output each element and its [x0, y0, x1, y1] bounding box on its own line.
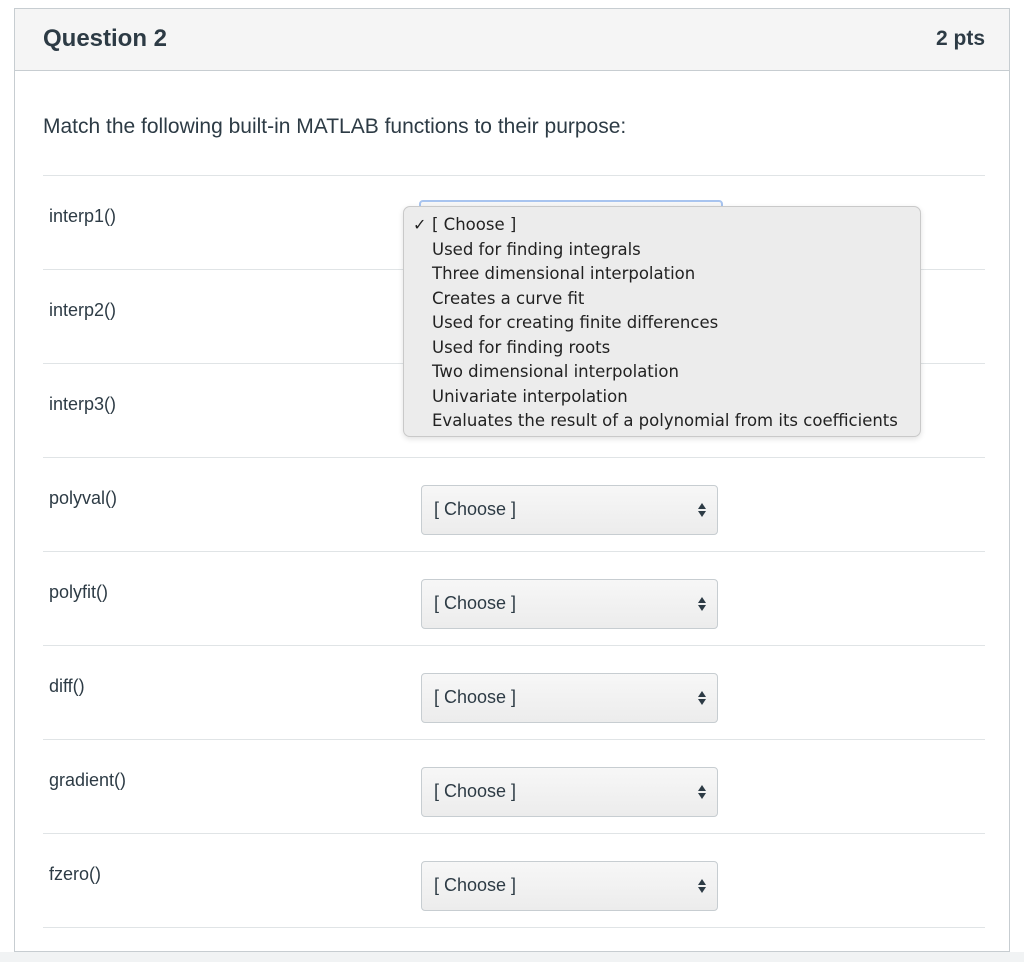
- menu-option-poly-eval[interactable]: Evaluates the result of a polynomial fro…: [404, 409, 920, 434]
- match-row-label: gradient(): [49, 770, 127, 790]
- answer-select-gradient[interactable]: [ Choose ]: [421, 767, 718, 817]
- menu-option-2d-interp[interactable]: Two dimensional interpolation: [404, 360, 920, 385]
- question-header: Question 2 2 pts: [15, 9, 1009, 71]
- match-row-label: fzero(): [49, 864, 102, 884]
- select-value: [ Choose ]: [434, 875, 517, 895]
- menu-option-label: Creates a curve fit: [432, 288, 585, 308]
- up-down-arrows-icon: [697, 689, 707, 707]
- menu-option-choose[interactable]: ✓ [ Choose ]: [404, 213, 920, 238]
- up-down-arrows-icon: [697, 877, 707, 895]
- up-down-arrows-icon: [697, 595, 707, 613]
- match-row-label: polyval(): [49, 488, 118, 508]
- match-row-diff: diff() [ Choose ]: [43, 646, 985, 740]
- question-points: 2 pts: [935, 27, 985, 50]
- menu-option-label: Two dimensional interpolation: [432, 362, 679, 381]
- checkmark-icon: ✓: [413, 215, 427, 234]
- menu-option-label: Used for finding roots: [432, 337, 611, 357]
- match-row-polyval: polyval() [ Choose ]: [43, 458, 985, 552]
- up-down-arrows-icon: [697, 501, 707, 519]
- select-value: [ Choose ]: [434, 593, 517, 613]
- menu-option-curve-fit[interactable]: Creates a curve fit: [404, 287, 920, 312]
- menu-option-roots[interactable]: Used for finding roots: [404, 336, 920, 361]
- select-value: [ Choose ]: [434, 781, 517, 801]
- match-row-label: diff(): [49, 676, 85, 696]
- answer-select-fzero[interactable]: [ Choose ]: [421, 861, 718, 911]
- menu-option-univariate[interactable]: Univariate interpolation: [404, 385, 920, 410]
- answer-select-polyfit[interactable]: [ Choose ]: [421, 579, 718, 629]
- match-row-polyfit: polyfit() [ Choose ]: [43, 552, 985, 646]
- match-row-label: polyfit(): [49, 582, 109, 602]
- match-row-fzero: fzero() [ Choose ]: [43, 834, 985, 928]
- select-options-menu: ✓ [ Choose ] Used for finding integrals …: [403, 206, 921, 437]
- up-down-arrows-icon: [697, 783, 707, 801]
- menu-option-finite-diff[interactable]: Used for creating finite differences: [404, 311, 920, 336]
- question-card: Question 2 2 pts Match the following bui…: [14, 8, 1010, 952]
- menu-option-label: Univariate interpolation: [432, 386, 628, 406]
- select-value: [ Choose ]: [434, 499, 517, 519]
- answer-select-polyval[interactable]: [ Choose ]: [421, 485, 718, 535]
- question-title: Question 2: [43, 25, 168, 52]
- question-prompt: Match the following built-in MATLAB func…: [43, 115, 627, 138]
- select-value: [ Choose ]: [434, 687, 517, 707]
- menu-option-label: Used for finding integrals: [432, 239, 641, 259]
- menu-option-3d-interp[interactable]: Three dimensional interpolation: [404, 262, 920, 287]
- menu-option-label: [ Choose ]: [432, 215, 517, 234]
- menu-option-label: Used for creating finite differences: [432, 313, 719, 332]
- menu-option-label: Evaluates the result of a polynomial fro…: [432, 411, 898, 430]
- page-bottom-strip: [0, 952, 1024, 962]
- match-row-label: interp3(): [49, 394, 117, 414]
- menu-option-integrals[interactable]: Used for finding integrals: [404, 238, 920, 263]
- match-row-label: interp2(): [49, 300, 117, 320]
- match-row-gradient: gradient() [ Choose ]: [43, 740, 985, 834]
- answer-select-diff[interactable]: [ Choose ]: [421, 673, 718, 723]
- match-row-label: interp1(): [49, 206, 117, 226]
- menu-option-label: Three dimensional interpolation: [432, 264, 696, 283]
